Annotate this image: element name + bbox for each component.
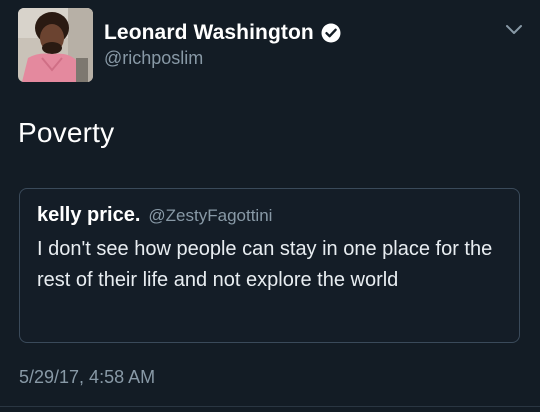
- author-name-row: Leonard Washington: [104, 21, 341, 45]
- quoted-tweet[interactable]: kelly price. @ZestyFagottini I don't see…: [19, 188, 520, 343]
- avatar[interactable]: [18, 8, 93, 82]
- tweet-timestamp[interactable]: 5/29/17, 4:58 AM: [19, 367, 155, 388]
- quoted-author-name: kelly price.: [37, 204, 141, 226]
- divider: [0, 406, 540, 407]
- author-handle[interactable]: @richposlim: [104, 48, 203, 69]
- quoted-author-handle: @ZestyFagottini: [148, 206, 273, 225]
- avatar-image: [18, 8, 93, 82]
- author-name[interactable]: Leonard Washington: [104, 21, 314, 45]
- verified-badge-icon: [321, 23, 341, 43]
- quoted-tweet-header: kelly price. @ZestyFagottini: [37, 204, 272, 227]
- chevron-down-icon[interactable]: [504, 23, 524, 37]
- tweet-text: Poverty: [18, 117, 115, 148]
- tweet-card: Leonard Washington @richposlim Poverty k…: [0, 0, 540, 412]
- quoted-tweet-text: I don't see how people can stay in one p…: [37, 238, 493, 291]
